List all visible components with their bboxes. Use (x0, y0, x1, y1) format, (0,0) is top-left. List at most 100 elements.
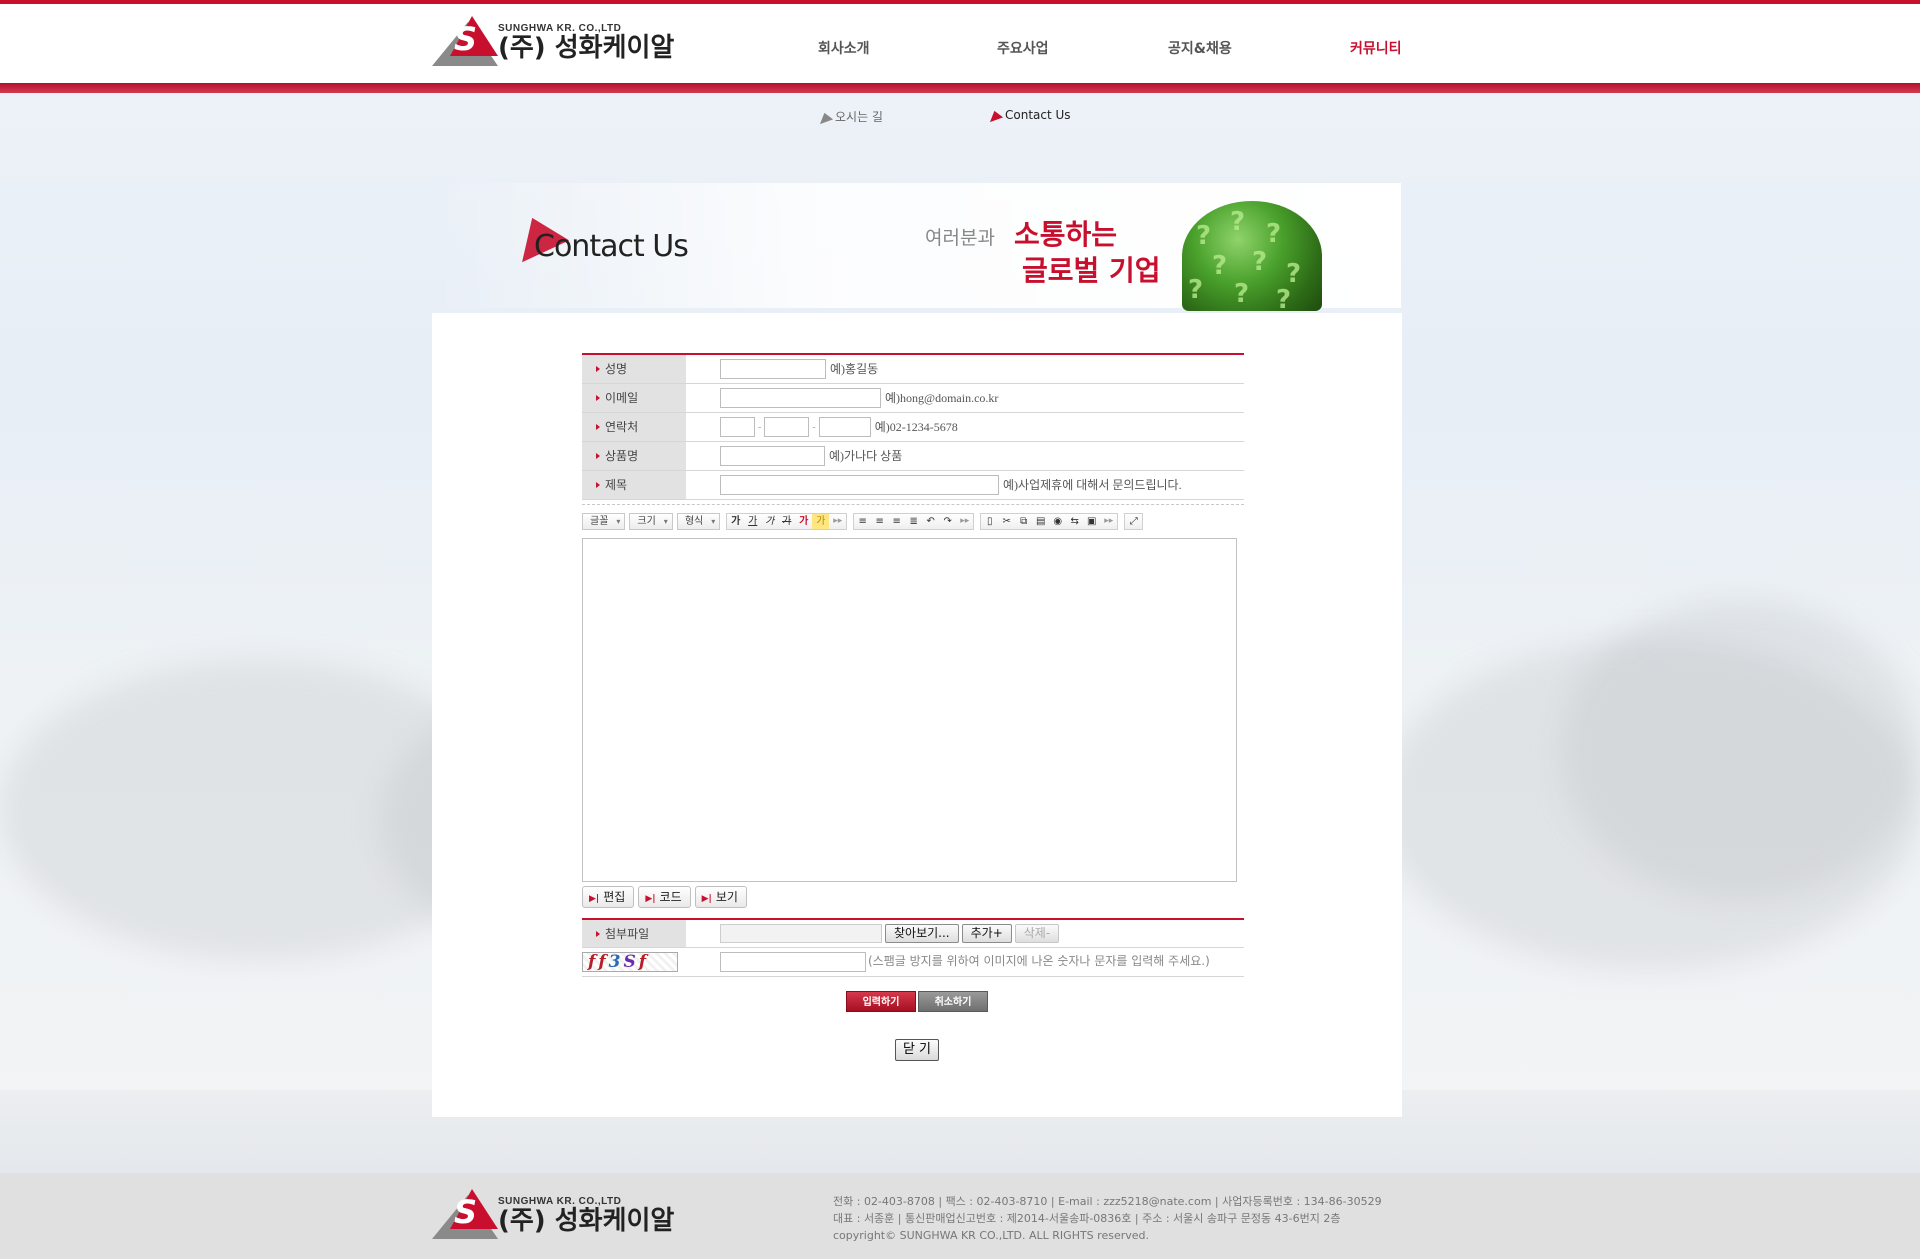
header-red-bar (0, 83, 1920, 93)
font-select[interactable]: 글꼴 (582, 513, 626, 530)
preview-icon[interactable]: ◉ (1049, 514, 1066, 529)
image-icon[interactable]: ▣ (1083, 514, 1100, 529)
field-label: 연락처 (605, 420, 639, 434)
arrow-icon (986, 108, 1004, 123)
field-label: 성명 (605, 362, 628, 377)
subject-hint: 예)사업제휴에 대해서 문의드립니다. (1003, 478, 1182, 492)
highlight-color-icon[interactable]: 가 (812, 514, 830, 529)
close-button[interactable]: 닫 기 (894, 1039, 940, 1061)
arrow-icon (816, 110, 834, 125)
form-actions: 입력하기 취소하기 (432, 991, 1402, 1012)
fullscreen-icon[interactable]: ⤢ (1125, 514, 1142, 529)
browse-button[interactable]: 찾아보기... (885, 923, 959, 943)
link-icon[interactable]: ⇆ (1066, 514, 1083, 529)
cancel-button[interactable]: 취소하기 (918, 991, 988, 1012)
paste-icon[interactable]: ▤ (1032, 514, 1049, 529)
align-right-icon[interactable]: ≡ (888, 514, 905, 529)
more-style-icon[interactable]: ▸▸ (829, 514, 846, 529)
paragraph-group: ≡ ≡ ≡ ≣ ↶ ↷ ▸▸ (853, 513, 975, 530)
cut-icon[interactable]: ✂ (998, 514, 1015, 529)
field-row-captcha: ff3Sf (스팸글 방지를 위하여 이미지에 나온 숫자나 문자를 입력해 주… (582, 947, 1244, 977)
arrow-icon: ▶| (645, 893, 656, 904)
size-select[interactable]: 크기 (629, 513, 673, 530)
strikethrough-icon[interactable]: 가 (778, 514, 795, 529)
captcha-input[interactable] (720, 952, 866, 973)
nav-community[interactable]: 커뮤니티 (1350, 38, 1402, 58)
phone-separator: - (758, 421, 762, 433)
field-row-name: 성명 예)홍길동 (582, 354, 1244, 383)
product-hint: 예)가나다 상품 (829, 449, 903, 463)
field-label: 첨부파일 (605, 926, 650, 941)
phone-input-3[interactable] (818, 416, 871, 437)
arrow-icon: ▶| (589, 893, 600, 904)
email-input[interactable] (720, 387, 881, 408)
logo-mark-icon: S (432, 1189, 502, 1241)
captcha-image: ff3Sf (582, 952, 678, 972)
phone-hint: 예)02-1234-5678 (874, 420, 958, 434)
footer-logo-korean: (주) 성화케이알 (498, 1205, 675, 1236)
nav-company[interactable]: 회사소개 (818, 38, 870, 58)
slogan-prefix: 여러분과 (925, 227, 995, 249)
footer-logo[interactable]: S SUNGHWA KR. CO.,LTD (주) 성화케이알 (432, 1189, 674, 1241)
submit-button[interactable]: 입력하기 (846, 991, 916, 1012)
underline-icon[interactable]: 가 (744, 514, 761, 529)
contact-form: 성명 예)홍길동 이메일 예)hong@domain.co.kr 연락처 - -… (582, 353, 1244, 977)
more-paragraph-icon[interactable]: ▸▸ (956, 514, 973, 529)
bullet-icon (596, 453, 600, 459)
company-info: 전화 : 02-403-8708 | 팩스 : 02-403-8710 | E-… (833, 1193, 1382, 1244)
copyright: copyright© SUNGHWA KR CO.,LTD. ALL RIGHT… (833, 1229, 1149, 1242)
more-insert-icon[interactable]: ▸▸ (1100, 514, 1117, 529)
mode-edit-button[interactable]: ▶| 편집 (582, 885, 635, 908)
field-row-attachment: 첨부파일 찾아보기... 추가+ 삭제- (582, 918, 1244, 948)
new-document-icon[interactable]: ▯ (981, 514, 998, 529)
nav-business[interactable]: 주요사업 (997, 38, 1049, 58)
mode-code-button[interactable]: ▶| 코드 (638, 885, 691, 908)
file-path-field[interactable] (720, 923, 882, 943)
field-row-email: 이메일 예)hong@domain.co.kr (582, 383, 1244, 412)
font-color-icon[interactable]: 가 (795, 514, 812, 529)
bullet-icon (596, 366, 600, 373)
bullet-icon (596, 424, 600, 430)
nav-notice-recruit[interactable]: 공지&채용 (1168, 38, 1232, 58)
phone-separator: - (812, 421, 816, 433)
phone-input-2[interactable] (764, 416, 810, 437)
site-logo[interactable]: S SUNGHWA KR. CO.,LTD (주) 성화케이알 (432, 16, 674, 68)
undo-icon[interactable]: ↶ (922, 514, 939, 529)
copy-icon[interactable]: ⧉ (1015, 514, 1032, 529)
slogan-line1: 소통하는 (1014, 218, 1118, 251)
question-ball-icon: ??? ??? ??? (1182, 201, 1322, 311)
editor-mode-tabs: ▶| 편집 ▶| 코드 ▶| 보기 (582, 885, 1244, 908)
site-header: S SUNGHWA KR. CO.,LTD (주) 성화케이알 회사소개 주요사… (0, 4, 1920, 83)
bullet-icon (596, 482, 600, 488)
align-justify-icon[interactable]: ≣ (905, 514, 922, 529)
field-row-subject: 제목 예)사업제휴에 대해서 문의드립니다. (582, 470, 1244, 499)
field-row-phone: 연락처 - - 예)02-1234-5678 (582, 412, 1244, 441)
remove-file-button[interactable]: 삭제- (1014, 923, 1060, 943)
align-center-icon[interactable]: ≡ (871, 514, 888, 529)
divider (582, 502, 1244, 505)
product-input[interactable] (720, 445, 825, 466)
mode-preview-button[interactable]: ▶| 보기 (694, 885, 747, 908)
field-label: 이메일 (605, 391, 639, 405)
subnav-contact[interactable]: Contact Us (986, 108, 1071, 123)
page-title: Contact Us (534, 229, 689, 264)
company-address-line: 대표 : 서종훈 | 통신판매업신고번호 : 제2014-서울송파-0836호 … (833, 1212, 1341, 1225)
phone-input-1[interactable] (720, 416, 755, 437)
bullet-icon (596, 395, 600, 401)
site-footer: S SUNGHWA KR. CO.,LTD (주) 성화케이알 전화 : 02-… (0, 1173, 1920, 1259)
subject-input[interactable] (720, 474, 999, 495)
italic-icon[interactable]: 가 (761, 514, 778, 529)
insert-group: ▯ ✂ ⧉ ▤ ◉ ⇆ ▣ ▸▸ (980, 513, 1119, 530)
field-row-product: 상품명 예)가나다 상품 (582, 441, 1244, 470)
format-select[interactable]: 형식 (676, 513, 721, 530)
add-file-button[interactable]: 추가+ (961, 923, 1012, 943)
redo-icon[interactable]: ↷ (939, 514, 956, 529)
bullet-icon (596, 930, 600, 937)
name-input[interactable] (720, 358, 826, 379)
bold-icon[interactable]: 가 (727, 514, 744, 529)
logo-korean: (주) 성화케이알 (498, 32, 675, 63)
align-left-icon[interactable]: ≡ (854, 514, 871, 529)
editor-area[interactable] (582, 537, 1237, 882)
subnav-location[interactable]: 오시는 길 (816, 108, 883, 125)
logo-mark-icon: S (432, 16, 502, 68)
